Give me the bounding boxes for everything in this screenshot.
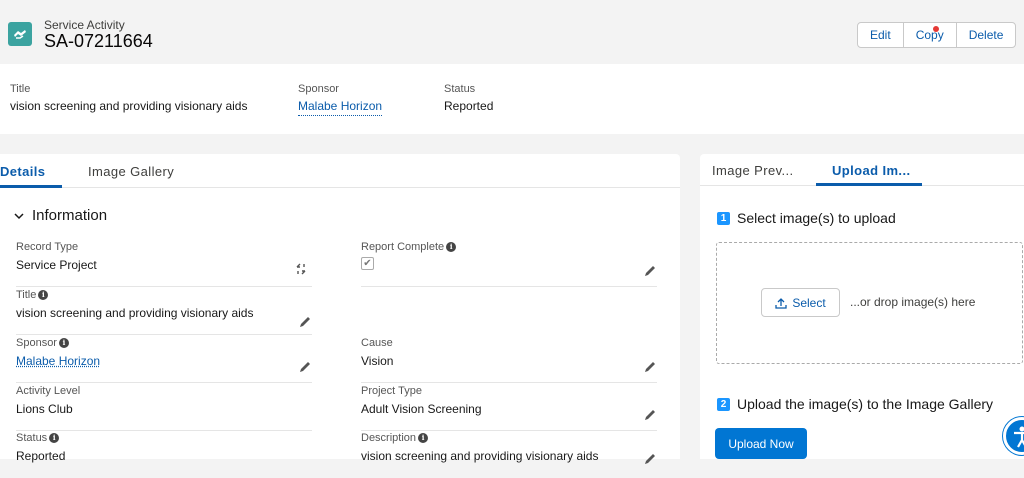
field-report-complete: Report Completei ✔ [361, 241, 657, 287]
field-label: Record Type [16, 241, 312, 253]
change-record-type-icon[interactable] [294, 262, 308, 276]
sponsor-link[interactable]: Malabe Horizon [16, 354, 312, 368]
field-label: Description [361, 432, 416, 444]
upload-icon [775, 297, 787, 309]
highlight-status-label: Status [444, 83, 493, 95]
section-title: Information [32, 207, 107, 224]
field-title: Titlei vision screening and providing vi… [16, 289, 312, 335]
highlight-title-label: Title [10, 83, 247, 95]
details-card: Details Image Gallery Information Record… [0, 154, 680, 459]
field-value: vision screening and providing visionary… [16, 306, 312, 320]
active-tab-indicator [816, 183, 922, 186]
edit-button[interactable]: Edit [858, 23, 904, 47]
edit-pencil-icon[interactable] [643, 408, 657, 422]
accessibility-icon[interactable] [1003, 417, 1024, 455]
field-label: Report Complete [361, 241, 444, 253]
edit-pencil-icon[interactable] [298, 315, 312, 329]
highlight-status-value: Reported [444, 99, 493, 113]
record-header: Service Activity SA-07211664 Edit Copy D… [0, 0, 1024, 64]
drop-hint: ...or drop image(s) here [850, 295, 975, 309]
field-label: Project Type [361, 385, 657, 397]
image-drop-zone[interactable]: Select ...or drop image(s) here [716, 242, 1023, 364]
info-icon[interactable]: i [446, 242, 456, 252]
field-sponsor: Sponsori Malabe Horizon [16, 337, 312, 383]
chevron-down-icon [14, 211, 24, 221]
step-number: 1 [717, 212, 730, 225]
field-cause: Cause Vision [361, 337, 657, 383]
field-label: Title [16, 289, 36, 301]
copy-button[interactable]: Copy [904, 23, 957, 47]
field-value: Lions Club [16, 402, 312, 416]
field-label: Cause [361, 337, 657, 349]
tab-details[interactable]: Details [0, 164, 45, 179]
step-1-text: Select image(s) to upload [737, 210, 896, 226]
info-icon[interactable]: i [418, 433, 428, 443]
tab-image-gallery[interactable]: Image Gallery [88, 164, 174, 179]
information-section-header[interactable]: Information [14, 207, 107, 224]
select-files-button[interactable]: Select [761, 288, 840, 317]
field-label: Status [16, 432, 47, 444]
step-number: 2 [717, 398, 730, 411]
field-value: Vision [361, 354, 657, 368]
field-description: Descriptioni vision screening and provid… [361, 432, 657, 478]
info-icon[interactable]: i [49, 433, 59, 443]
service-activity-icon [8, 22, 32, 46]
field-label: Activity Level [16, 385, 312, 397]
field-value: Service Project [16, 258, 312, 272]
active-tab-indicator [0, 185, 62, 188]
upload-now-button[interactable]: Upload Now [715, 428, 807, 459]
info-icon[interactable]: i [59, 338, 69, 348]
edit-pencil-icon[interactable] [298, 360, 312, 374]
field-label: Sponsor [16, 337, 57, 349]
cursor-dot [933, 26, 939, 32]
field-value: Adult Vision Screening [361, 402, 657, 416]
image-upload-card: Image Prev... Upload Im... 1 Select imag… [700, 154, 1024, 459]
delete-button[interactable]: Delete [957, 23, 1016, 47]
highlight-status: Status Reported [444, 83, 493, 113]
highlight-sponsor: Sponsor Malabe Horizon [298, 83, 382, 116]
tab-upload-images[interactable]: Upload Im... [832, 163, 910, 178]
field-activity-level: Activity Level Lions Club [16, 385, 312, 431]
step-2-heading: 2 Upload the image(s) to the Image Galle… [717, 396, 993, 412]
highlight-sponsor-link[interactable]: Malabe Horizon [298, 99, 382, 116]
highlight-title-value: vision screening and providing visionary… [10, 99, 247, 113]
step-1-heading: 1 Select image(s) to upload [717, 210, 896, 226]
field-value: Reported [16, 449, 312, 463]
field-project-type: Project Type Adult Vision Screening [361, 385, 657, 431]
step-2-text: Upload the image(s) to the Image Gallery [737, 396, 993, 412]
field-record-type: Record Type Service Project [16, 241, 312, 287]
highlights-panel: Title vision screening and providing vis… [0, 64, 1024, 134]
edit-pencil-icon[interactable] [643, 264, 657, 278]
info-icon[interactable]: i [38, 290, 48, 300]
highlight-sponsor-label: Sponsor [298, 83, 382, 95]
field-value: vision screening and providing visionary… [361, 449, 657, 463]
object-type-label: Service Activity [44, 18, 125, 32]
field-status: Statusi Reported [16, 432, 312, 478]
tab-image-preview[interactable]: Image Prev... [712, 163, 794, 178]
detail-tabs: Details Image Gallery [0, 154, 680, 188]
report-complete-checkbox: ✔ [361, 257, 374, 270]
select-label: Select [792, 296, 825, 310]
edit-pencil-icon[interactable] [643, 360, 657, 374]
upload-tabs: Image Prev... Upload Im... [700, 154, 1024, 186]
edit-pencil-icon[interactable] [643, 452, 657, 466]
record-name: SA-07211664 [44, 31, 153, 52]
highlight-title: Title vision screening and providing vis… [10, 83, 247, 113]
